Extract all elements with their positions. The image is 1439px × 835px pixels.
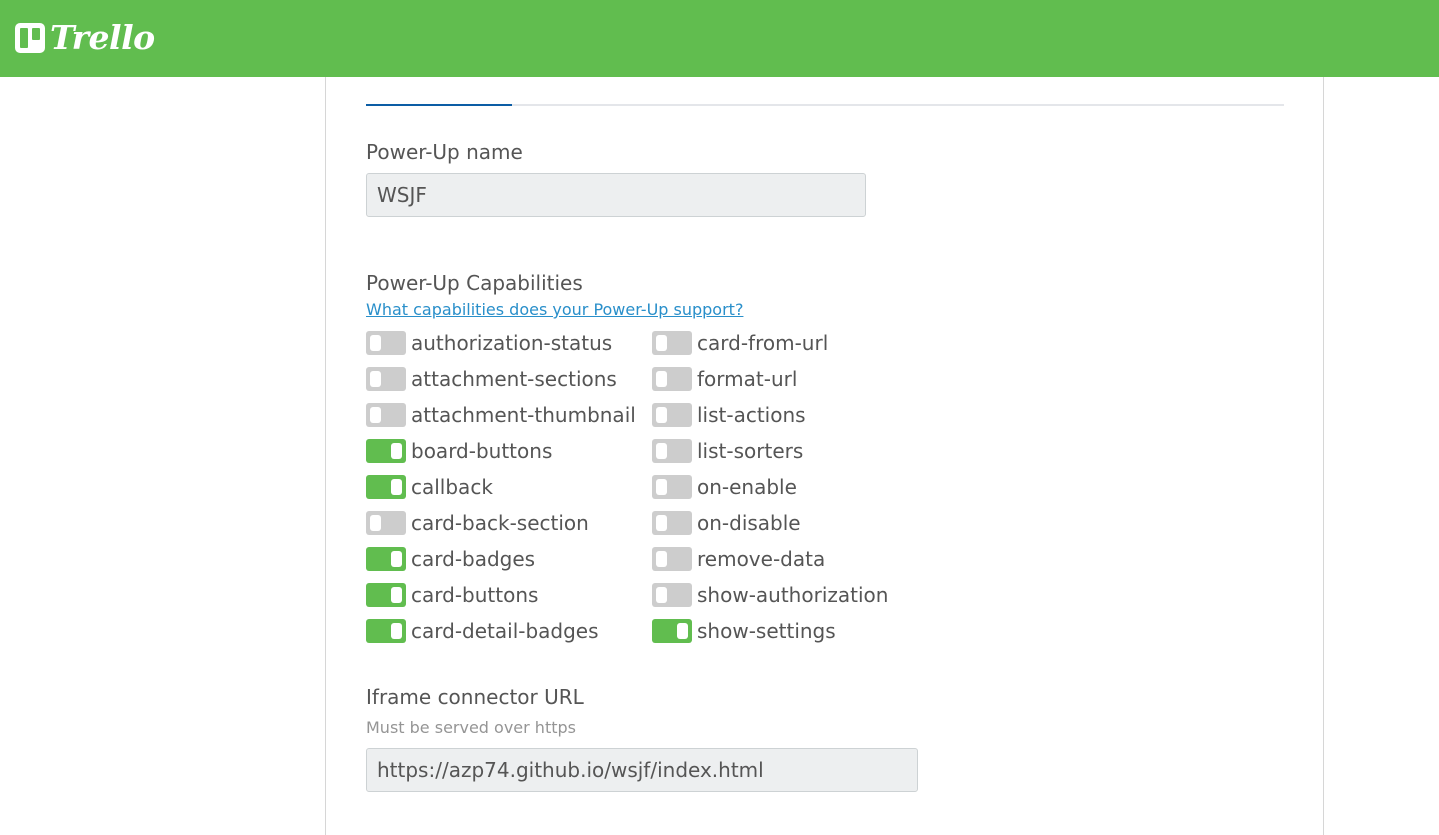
capability-row[interactable]: format-url [652, 366, 888, 402]
toggle-knob [656, 407, 667, 423]
capability-label: authorization-status [411, 331, 613, 355]
capability-row[interactable]: card-from-url [652, 330, 888, 366]
toggle-knob [677, 623, 688, 639]
toggle-knob [656, 335, 667, 351]
trello-logo[interactable]: Trello [15, 20, 155, 56]
capabilities-help-link[interactable]: What capabilities does your Power-Up sup… [366, 300, 743, 319]
toggle-knob [370, 335, 381, 351]
capability-label: attachment-thumbnail [411, 403, 636, 427]
capability-row[interactable]: card-detail-badges [366, 618, 636, 654]
capability-label: card-buttons [411, 583, 539, 607]
toggle-knob [656, 443, 667, 459]
power-up-name-label: Power-Up name [366, 140, 523, 164]
capability-row[interactable]: list-actions [652, 402, 888, 438]
capabilities-label: Power-Up Capabilities [366, 271, 583, 295]
iframe-connector-hint: Must be served over https [366, 718, 576, 737]
capability-toggle[interactable] [366, 475, 406, 499]
toggle-knob [370, 407, 381, 423]
capability-toggle[interactable] [366, 403, 406, 427]
toggle-knob [656, 515, 667, 531]
capability-label: list-sorters [697, 439, 804, 463]
toggle-knob [391, 551, 402, 567]
capability-toggle[interactable] [652, 583, 692, 607]
capability-toggle[interactable] [366, 619, 406, 643]
capability-label: on-enable [697, 475, 797, 499]
capability-label: attachment-sections [411, 367, 617, 391]
logo-wordmark: Trello [50, 18, 155, 57]
toggle-knob [391, 443, 402, 459]
capability-toggle[interactable] [366, 367, 406, 391]
toggle-knob [391, 479, 402, 495]
capability-label: list-actions [697, 403, 806, 427]
capability-toggle[interactable] [652, 475, 692, 499]
capability-label: card-from-url [697, 331, 829, 355]
toggle-knob [391, 587, 402, 603]
capability-row[interactable]: list-sorters [652, 438, 888, 474]
capability-toggle[interactable] [652, 511, 692, 535]
capability-row[interactable]: on-disable [652, 510, 888, 546]
toggle-knob [370, 371, 381, 387]
capability-toggle[interactable] [652, 619, 692, 643]
capability-label: callback [411, 475, 493, 499]
active-tab-indicator[interactable] [366, 104, 512, 106]
capability-row[interactable]: card-buttons [366, 582, 636, 618]
power-up-name-input[interactable]: WSJF [366, 173, 866, 217]
toggle-knob [391, 623, 402, 639]
capability-row[interactable]: on-enable [652, 474, 888, 510]
iframe-connector-url-input[interactable]: https://azp74.github.io/wsjf/index.html [366, 748, 918, 792]
capability-row[interactable]: callback [366, 474, 636, 510]
capability-toggle[interactable] [366, 331, 406, 355]
capability-label: card-badges [411, 547, 536, 571]
capability-label: card-detail-badges [411, 619, 599, 643]
capability-row[interactable]: board-buttons [366, 438, 636, 474]
capability-toggle[interactable] [652, 403, 692, 427]
capability-row[interactable]: remove-data [652, 546, 888, 582]
capabilities-column-left: authorization-status attachment-sections a… [366, 330, 636, 654]
capability-toggle[interactable] [366, 511, 406, 535]
capability-row[interactable]: card-badges [366, 546, 636, 582]
toggle-knob [656, 551, 667, 567]
toggle-knob [656, 479, 667, 495]
toggle-knob [656, 371, 667, 387]
capability-toggle[interactable] [366, 439, 406, 463]
iframe-connector-label: Iframe connector URL [366, 685, 584, 709]
capabilities-column-right: card-from-url format-url list-actions list-… [652, 330, 888, 654]
capability-toggle[interactable] [366, 547, 406, 571]
capability-row[interactable]: attachment-thumbnail [366, 402, 636, 438]
trello-board-icon [15, 23, 45, 53]
capability-label: format-url [697, 367, 798, 391]
toggle-knob [656, 587, 667, 603]
capability-label: card-back-section [411, 511, 589, 535]
tab-bar [366, 104, 1284, 106]
toggle-knob [370, 515, 381, 531]
capability-row[interactable]: show-authorization [652, 582, 888, 618]
capability-toggle[interactable] [652, 439, 692, 463]
capability-row[interactable]: attachment-sections [366, 366, 636, 402]
capability-label: remove-data [697, 547, 826, 571]
capability-toggle[interactable] [366, 583, 406, 607]
capability-row[interactable]: authorization-status [366, 330, 636, 366]
capability-toggle[interactable] [652, 331, 692, 355]
capability-label: on-disable [697, 511, 801, 535]
capability-label: show-authorization [697, 583, 889, 607]
capability-label: show-settings [697, 619, 836, 643]
capability-toggle[interactable] [652, 547, 692, 571]
capability-row[interactable]: show-settings [652, 618, 888, 654]
top-header-bar: Trello [0, 0, 1439, 77]
capability-row[interactable]: card-back-section [366, 510, 636, 546]
capability-toggle[interactable] [652, 367, 692, 391]
capability-label: board-buttons [411, 439, 553, 463]
